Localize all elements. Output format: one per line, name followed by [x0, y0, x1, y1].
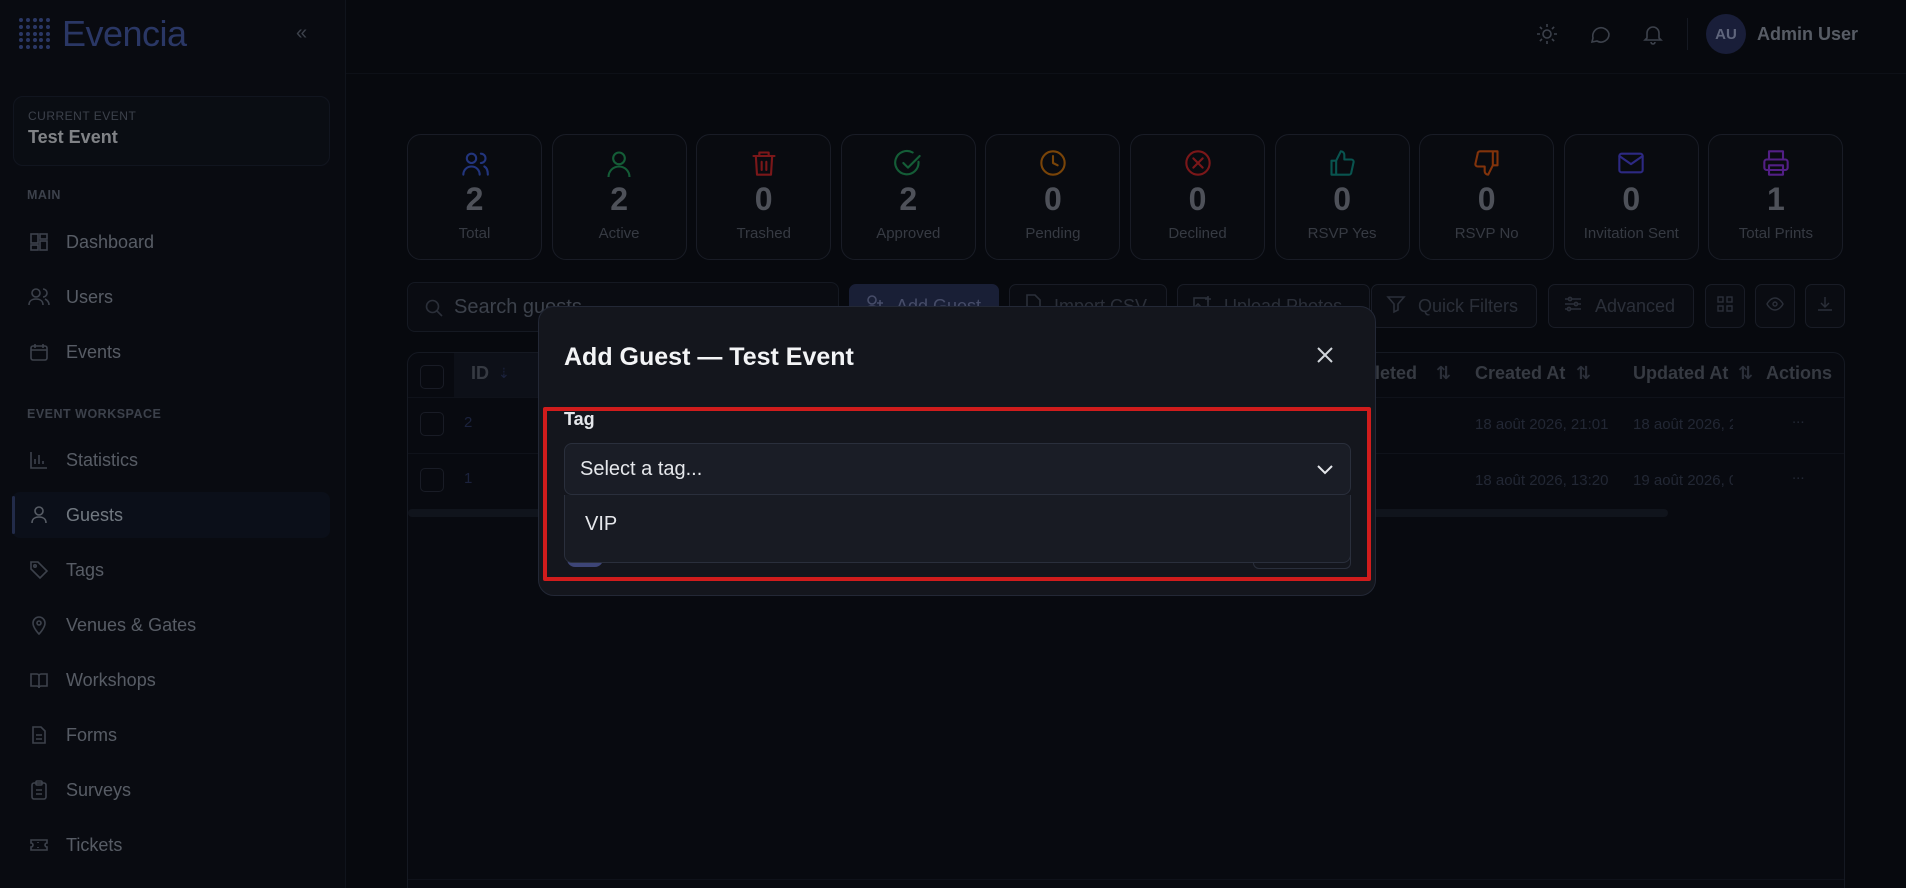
modal-title: Add Guest — Test Event [564, 343, 854, 371]
tag-label: Tag [564, 409, 595, 429]
app-root: Evencia « CURRENT EVENT Test Event MAIN … [0, 0, 1906, 888]
chevron-down-icon [1314, 458, 1336, 486]
tag-option-vip[interactable]: VIP [585, 513, 617, 536]
tag-dropdown: VIP [564, 495, 1351, 563]
add-guest-modal: Add Guest — Test Event Tag Select a tag.… [538, 306, 1376, 596]
tag-select-value: Select a tag... [580, 457, 703, 480]
close-icon[interactable] [1313, 343, 1341, 371]
tag-select[interactable]: Select a tag... [564, 443, 1351, 495]
